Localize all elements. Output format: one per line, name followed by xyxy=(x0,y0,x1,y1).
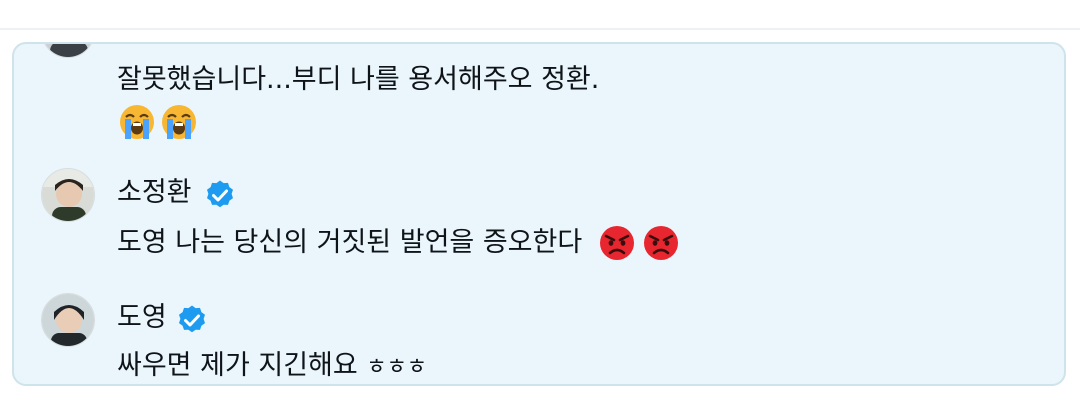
loudly-crying-face-emoji xyxy=(159,102,199,142)
author-name[interactable]: 소정환 xyxy=(117,176,192,210)
verified-badge-icon xyxy=(204,179,236,211)
reply-text-laugh: ㅎㅎㅎ xyxy=(366,355,428,380)
author-name[interactable]: 도영 xyxy=(117,301,167,335)
reply-thread-card: 잘못했습니다...부디 나를 용서해주오 정환. 소정환 도영 나는 당신의 거… xyxy=(12,42,1066,386)
verified-badge-icon xyxy=(176,304,208,336)
top-divider xyxy=(0,28,1080,30)
avatar[interactable] xyxy=(41,168,95,222)
reply-text: 잘못했습니다...부디 나를 용서해주오 정환. xyxy=(117,64,600,95)
avatar[interactable] xyxy=(41,44,95,58)
reply-text-main: 싸우면 제가 지긴해요 xyxy=(117,350,358,381)
angry-face-emoji xyxy=(641,223,681,263)
avatar[interactable] xyxy=(41,293,95,347)
reply-text: 싸우면 제가 지긴해요 ㅎㅎㅎ xyxy=(117,348,428,384)
reply-text: 도영 나는 당신의 거짓된 발언을 증오한다 xyxy=(117,227,583,258)
angry-face-emoji xyxy=(597,223,637,263)
loudly-crying-face-emoji xyxy=(117,102,157,142)
